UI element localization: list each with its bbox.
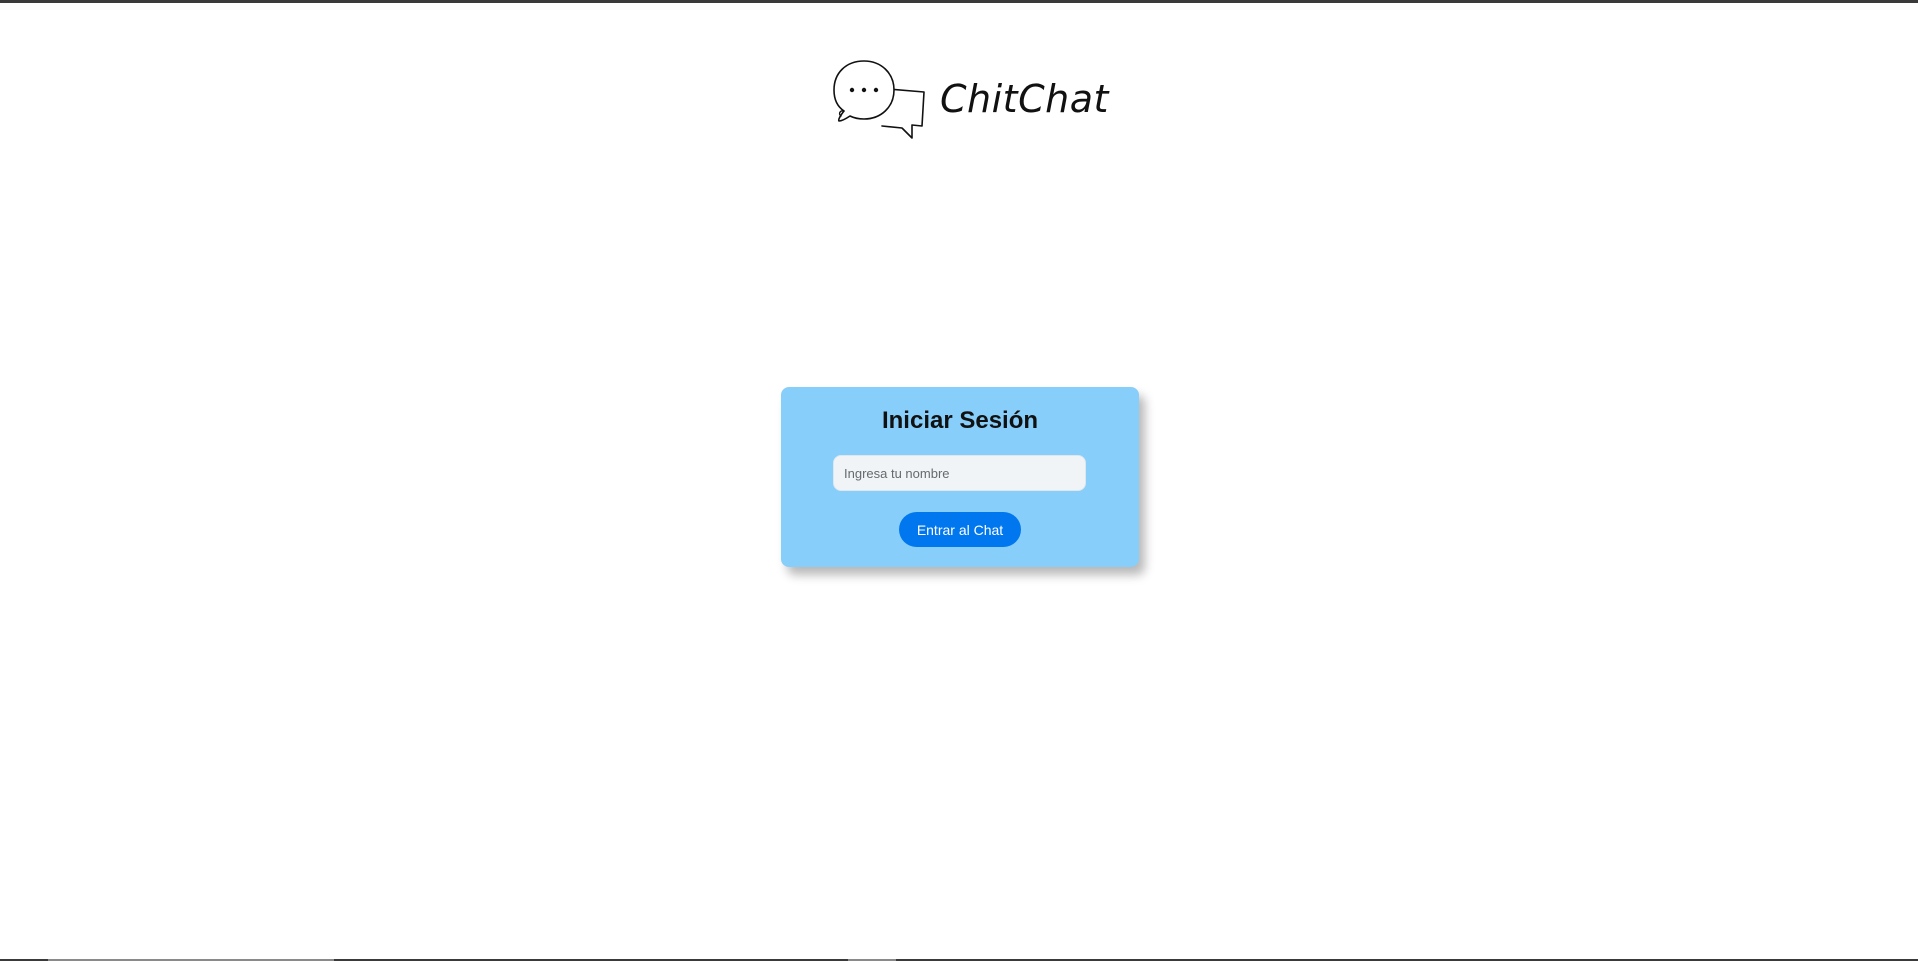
top-window-border xyxy=(0,0,1918,3)
chat-bubbles-icon xyxy=(830,58,926,140)
app-name: ChitChat xyxy=(940,77,1109,121)
name-input[interactable] xyxy=(833,455,1086,491)
app-logo: ChitChat xyxy=(830,58,1109,140)
login-card: Iniciar Sesión Entrar al Chat xyxy=(781,387,1139,567)
login-title: Iniciar Sesión xyxy=(881,407,1039,434)
enter-chat-button[interactable]: Entrar al Chat xyxy=(899,512,1021,547)
